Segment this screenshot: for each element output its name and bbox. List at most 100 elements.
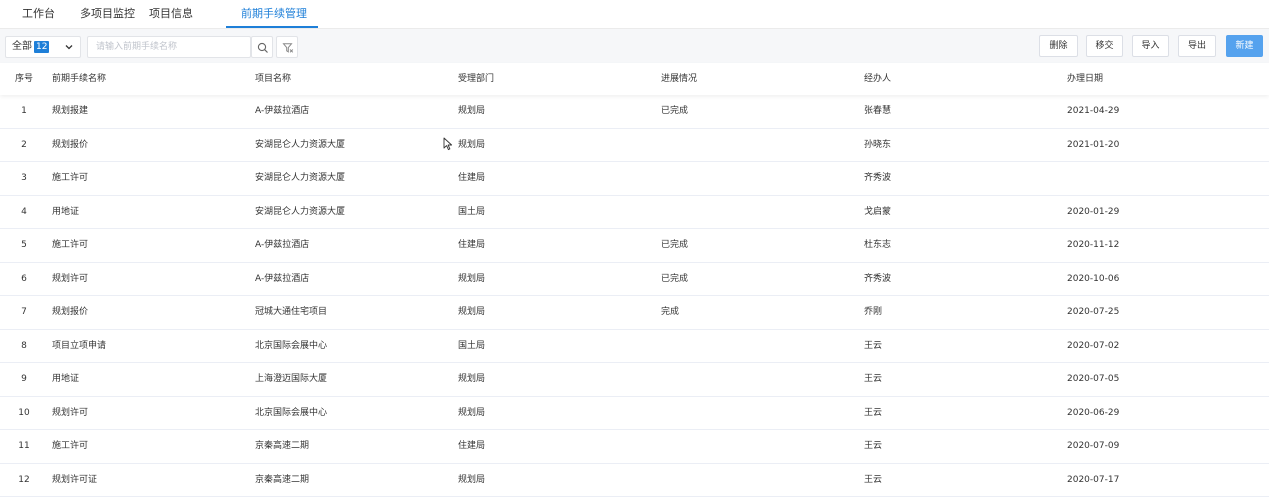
create-button[interactable]: 新建 — [1226, 35, 1263, 57]
cell-index: 7 — [21, 307, 27, 317]
table-row[interactable]: 3 施工许可 安湖昆仑人力资源大厦 住建局 齐秀波 — [0, 162, 1269, 196]
cell-project-name: A-伊兹拉酒店 — [255, 240, 310, 250]
cell-date: 2020-10-06 — [1067, 273, 1120, 284]
table-row[interactable]: 12 规划许可证 京秦高速二期 规划局 王云 2020-07-17 — [0, 463, 1269, 497]
table-row[interactable]: 7 规划报价 冠城大通住宅项目 规划局 完成 乔刚 2020-07-25 — [0, 296, 1269, 330]
search-button[interactable] — [251, 36, 273, 58]
cell-project-name: A-伊兹拉酒店 — [255, 273, 310, 284]
tab-workbench[interactable]: 工作台 — [22, 0, 55, 28]
cell-handler: 王云 — [864, 340, 883, 351]
cell-handler: 杜东志 — [864, 240, 892, 250]
cell-procedure-name: 用地证 — [52, 206, 80, 217]
column-header-date: 办理日期 — [1067, 74, 1104, 84]
cell-handler: 齐秀波 — [864, 273, 892, 284]
cell-project-name: 安湖昆仑人力资源大厦 — [255, 139, 346, 150]
cell-date: 2020-11-12 — [1067, 240, 1120, 250]
cell-procedure-name: 规划报建 — [52, 106, 89, 116]
table-row[interactable]: 2 规划报价 安湖昆仑人力资源大厦 规划局 孙晓东 2021-01-20 — [0, 128, 1269, 162]
table-row[interactable]: 11 施工许可 京秦高速二期 住建局 王云 2020-07-09 — [0, 430, 1269, 464]
cell-index: 4 — [21, 206, 27, 217]
cell-department: 国土局 — [458, 206, 486, 217]
table-row[interactable]: 6 规划许可 A-伊兹拉酒店 规划局 已完成 齐秀波 2020-10-06 — [0, 262, 1269, 296]
cell-date: 2020-07-17 — [1067, 474, 1120, 485]
cell-project-name: 上海澄迈国际大厦 — [255, 374, 328, 384]
cell-project-name: 安湖昆仑人力资源大厦 — [255, 173, 346, 183]
table-row[interactable]: 9 用地证 上海澄迈国际大厦 规划局 王云 2020-07-05 — [0, 363, 1269, 397]
import-button[interactable]: 导入 — [1132, 35, 1169, 57]
tab-multi-project-monitor[interactable]: 多项目监控 — [80, 0, 135, 28]
cell-project-name: 冠城大通住宅项目 — [255, 307, 328, 317]
search-input[interactable] — [87, 36, 251, 58]
cell-date: 2021-04-29 — [1067, 106, 1120, 116]
cell-procedure-name: 规划报价 — [52, 139, 89, 150]
filter-count-badge: 12 — [34, 41, 50, 53]
cell-procedure-name: 施工许可 — [52, 441, 89, 451]
column-header-department: 受理部门 — [458, 74, 495, 84]
column-header-index: 序号 — [15, 74, 34, 84]
cell-date: 2020-01-29 — [1067, 206, 1120, 217]
cell-index: 2 — [21, 139, 27, 150]
cell-procedure-name: 规划报价 — [52, 307, 89, 317]
cell-progress: 已完成 — [661, 273, 689, 284]
cell-index: 6 — [21, 273, 27, 284]
tab-preliminary-procedures[interactable]: 前期手续管理 — [241, 0, 307, 28]
cell-handler: 王云 — [864, 441, 883, 451]
cell-department: 国土局 — [458, 340, 486, 351]
status-filter-select[interactable]: 全部 12 — [5, 36, 81, 58]
cell-project-name: 北京国际会展中心 — [255, 340, 328, 351]
cell-department: 住建局 — [458, 173, 486, 183]
cell-project-name: 京秦高速二期 — [255, 474, 310, 485]
column-header-project: 项目名称 — [255, 74, 292, 84]
clear-filter-icon — [282, 43, 294, 53]
tab-project-info[interactable]: 项目信息 — [149, 0, 193, 28]
cell-index: 1 — [21, 106, 27, 116]
table-header: 序号 前期手续名称 项目名称 受理部门 进展情况 经办人 办理日期 — [0, 63, 1269, 95]
cell-progress: 已完成 — [661, 240, 689, 250]
cell-department: 规划局 — [458, 307, 486, 317]
table-row[interactable]: 8 项目立项申请 北京国际会展中心 国土局 王云 2020-07-02 — [0, 329, 1269, 363]
table-row[interactable]: 5 施工许可 A-伊兹拉酒店 住建局 已完成 杜东志 2020-11-12 — [0, 229, 1269, 263]
transfer-button[interactable]: 移交 — [1086, 35, 1123, 57]
cell-procedure-name: 规划许可 — [52, 273, 89, 284]
cell-procedure-name: 用地证 — [52, 374, 80, 384]
cell-progress: 已完成 — [661, 106, 689, 116]
cell-department: 规划局 — [458, 106, 486, 116]
column-header-procedure: 前期手续名称 — [52, 74, 107, 84]
delete-button[interactable]: 删除 — [1039, 35, 1078, 57]
cell-index: 8 — [21, 340, 27, 351]
table-row[interactable]: 10 规划许可 北京国际会展中心 规划局 王云 2020-06-29 — [0, 396, 1269, 430]
cell-date: 2021-01-20 — [1067, 139, 1120, 150]
cell-procedure-name: 施工许可 — [52, 240, 89, 250]
table-row[interactable]: 1 规划报建 A-伊兹拉酒店 规划局 已完成 张春慧 2021-04-29 — [0, 95, 1269, 129]
export-button[interactable]: 导出 — [1178, 35, 1216, 57]
cell-procedure-name: 施工许可 — [52, 173, 89, 183]
column-header-handler: 经办人 — [864, 74, 892, 84]
column-header-progress: 进展情况 — [661, 74, 698, 84]
cell-procedure-name: 项目立项申请 — [52, 340, 107, 351]
cell-project-name: 京秦高速二期 — [255, 441, 310, 451]
cell-project-name: 安湖昆仑人力资源大厦 — [255, 206, 346, 217]
table-row[interactable]: 4 用地证 安湖昆仑人力资源大厦 国土局 戈启蒙 2020-01-29 — [0, 195, 1269, 229]
cell-handler: 乔刚 — [864, 307, 883, 317]
cell-date: 2020-06-29 — [1067, 407, 1120, 418]
cell-handler: 王云 — [864, 407, 883, 418]
cell-procedure-name: 规划许可证 — [52, 474, 98, 485]
cell-handler: 戈启蒙 — [864, 206, 892, 217]
tab-bar: 工作台 多项目监控 项目信息 前期手续管理 — [0, 0, 1269, 28]
cell-index: 3 — [21, 173, 27, 183]
cell-index: 10 — [18, 407, 30, 418]
cell-procedure-name: 规划许可 — [52, 407, 89, 418]
filter-label: 全部 — [12, 41, 32, 52]
cell-progress: 完成 — [661, 307, 680, 317]
cell-date: 2020-07-09 — [1067, 441, 1120, 451]
cell-date: 2020-07-25 — [1067, 307, 1120, 317]
cell-handler: 张春慧 — [864, 106, 892, 116]
cell-project-name: A-伊兹拉酒店 — [255, 106, 310, 116]
cell-handler: 王云 — [864, 374, 883, 384]
table-body: 1 规划报建 A-伊兹拉酒店 规划局 已完成 张春慧 2021-04-29 2 规划报价 安湖昆仑… — [0, 95, 1269, 497]
cell-date: 2020-07-05 — [1067, 374, 1120, 384]
cell-department: 住建局 — [458, 441, 486, 451]
clear-filter-button[interactable] — [276, 36, 298, 58]
chevron-down-icon — [65, 45, 73, 50]
search-icon — [257, 42, 268, 53]
